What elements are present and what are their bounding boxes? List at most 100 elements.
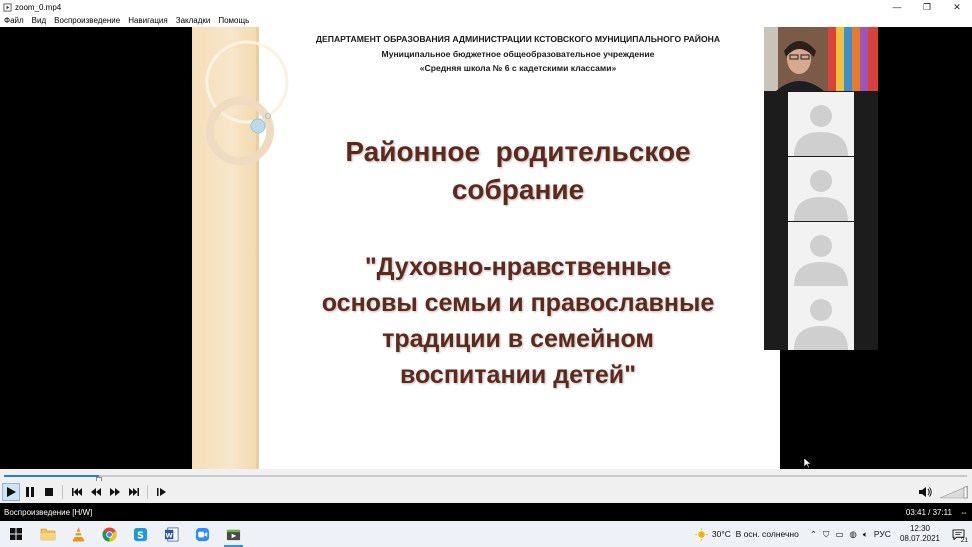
notifications-button[interactable]: 21 xyxy=(948,528,968,544)
tray-icons: ⌃ ⛉ ▭ ◍ 🔈︎ РУС xyxy=(807,529,894,540)
playback-controls xyxy=(0,481,972,503)
clock-time: 12:30 xyxy=(909,524,930,533)
chrome-icon xyxy=(102,526,117,542)
slide-subtitle: "Духовно-нравственные основы семьи и пра… xyxy=(258,249,778,393)
slide-subtitle-line: "Духовно-нравственные xyxy=(364,253,672,281)
window-controls: — ❐ ✕ xyxy=(882,0,972,14)
slide-title-line: собрание xyxy=(451,174,585,205)
media-player-window: zoom_0.mp4 — ❐ ✕ Файл Вид Воспроизведени… xyxy=(0,0,972,547)
title-bar: zoom_0.mp4 — ❐ ✕ xyxy=(0,0,972,14)
user-avatar-icon xyxy=(794,235,848,286)
next-button[interactable] xyxy=(125,483,143,501)
clock[interactable]: 12:30 08.07.2021 xyxy=(900,524,940,544)
previous-button[interactable] xyxy=(68,483,86,501)
shield-icon[interactable]: ⛉ xyxy=(823,529,829,540)
volume-slider[interactable] xyxy=(940,485,968,499)
svg-text:S: S xyxy=(137,530,144,541)
taskbar-word[interactable]: W xyxy=(156,521,187,547)
play-icon xyxy=(7,487,16,497)
frame-step-button[interactable] xyxy=(153,483,171,501)
frame-step-icon xyxy=(157,488,166,496)
speaker-icon xyxy=(919,487,932,497)
seek-track[interactable] xyxy=(4,475,967,487)
volume-icon[interactable]: 🔈︎ xyxy=(863,529,868,540)
fast-forward-icon xyxy=(110,488,120,496)
slide-subtitle-line: основы семьи и православные xyxy=(321,289,715,317)
taskbar-skype[interactable]: S xyxy=(125,521,156,547)
weather-text: 30°C В осн. солнечно xyxy=(711,529,799,539)
seek-bar[interactable] xyxy=(0,469,972,487)
play-button[interactable] xyxy=(2,483,20,501)
weather-widget[interactable]: 30°C В осн. солнечно xyxy=(695,527,799,541)
stop-button[interactable] xyxy=(40,483,58,501)
battery-icon[interactable]: ▭ xyxy=(835,529,843,540)
speaker-video xyxy=(764,27,878,91)
user-avatar-icon xyxy=(794,299,848,350)
app-icon xyxy=(3,2,12,12)
close-button[interactable]: ✕ xyxy=(942,0,972,14)
participant-tile xyxy=(788,92,854,156)
participant-tile xyxy=(788,286,854,350)
menu-navigation[interactable]: Навигация xyxy=(124,16,172,25)
user-avatar-icon xyxy=(794,170,848,221)
controls-divider xyxy=(62,485,63,499)
participant-tile xyxy=(788,222,854,286)
media-player-icon xyxy=(226,529,241,540)
taskbar-zoom[interactable] xyxy=(187,521,218,547)
zoom-icon xyxy=(195,527,210,541)
word-icon: W xyxy=(164,527,179,541)
notification-count: 21 xyxy=(960,536,968,544)
mouse-cursor-icon xyxy=(804,458,812,468)
language-indicator[interactable]: РУС xyxy=(874,529,891,539)
menu-view[interactable]: Вид xyxy=(28,16,50,25)
volume-button[interactable] xyxy=(918,483,936,501)
menu-file[interactable]: Файл xyxy=(0,16,28,25)
sun-icon xyxy=(695,527,708,541)
taskbar-vlc[interactable] xyxy=(63,521,94,547)
rewind-button[interactable] xyxy=(87,483,105,501)
speaker-video-frame xyxy=(764,27,878,91)
window-title: zoom_0.mp4 xyxy=(15,2,62,12)
restore-button[interactable]: ❐ xyxy=(912,0,942,14)
taskbar-chrome[interactable] xyxy=(94,521,125,547)
menu-bar: Файл Вид Воспроизведение Навигация Закла… xyxy=(0,14,972,27)
windows-taskbar: S W 30°C В осн. солнечно ⌃ ⛉ ▭ ◍ 🔈︎ РУС … xyxy=(0,521,972,547)
participants-panel xyxy=(764,27,878,350)
slide-header-line: Муниципальное бюджетное общеобразователь… xyxy=(381,48,655,59)
slide-header-line: «Средняя школа № 6 с кадетскими классами… xyxy=(419,63,617,73)
clock-date: 08.07.2021 xyxy=(899,534,940,543)
taskbar-file-explorer[interactable] xyxy=(32,521,63,547)
fast-forward-button[interactable] xyxy=(106,483,124,501)
taskbar-media-player[interactable] xyxy=(218,521,249,547)
pause-icon xyxy=(26,487,34,497)
vlc-cone-icon xyxy=(72,526,85,541)
network-icon[interactable]: ◍ xyxy=(849,529,856,540)
rewind-icon xyxy=(91,488,101,496)
menu-playback[interactable]: Воспроизведение xyxy=(50,16,124,25)
slide-subtitle-line: традиции в семейном xyxy=(382,325,654,353)
pause-button[interactable] xyxy=(21,483,39,501)
stop-icon xyxy=(45,488,53,496)
slide-title: Районное родительское собрание xyxy=(258,133,778,209)
resize-grip-icon: ⇔ xyxy=(960,507,968,517)
menu-bookmarks[interactable]: Закладки xyxy=(172,16,215,25)
windows-logo-icon xyxy=(10,528,22,540)
minimize-button[interactable]: — xyxy=(882,0,912,14)
skip-previous-icon xyxy=(72,488,82,496)
system-tray: 30°C В осн. солнечно ⌃ ⛉ ▭ ◍ 🔈︎ РУС 12:3… xyxy=(695,521,972,547)
playback-status: Воспроизведение [H/W] xyxy=(4,507,93,517)
slide-subtitle-line: воспитании детей" xyxy=(399,361,637,389)
skype-icon: S xyxy=(133,527,148,541)
status-bar: Воспроизведение [H/W] 03:41 / 37:11 ⇔ xyxy=(0,503,972,521)
svg-text:W: W xyxy=(166,531,174,539)
start-button[interactable] xyxy=(0,521,32,547)
participant-tile xyxy=(788,157,854,221)
skip-next-icon xyxy=(129,488,139,496)
time-display: 03:41 / 37:11 xyxy=(905,507,952,517)
menu-help[interactable]: Помощь xyxy=(214,16,253,25)
chevron-up-icon[interactable]: ⌃ xyxy=(810,529,817,540)
video-area[interactable]: ДЕПАРТАМЕНТ ОБРАЗОВАНИЯ АДМИНИСТРАЦИИ КС… xyxy=(0,27,972,469)
controls-divider xyxy=(147,485,148,499)
slide-header: ДЕПАРТАМЕНТ ОБРАЗОВАНИЯ АДМИНИСТРАЦИИ КС… xyxy=(258,32,778,76)
folder-icon xyxy=(40,528,55,541)
